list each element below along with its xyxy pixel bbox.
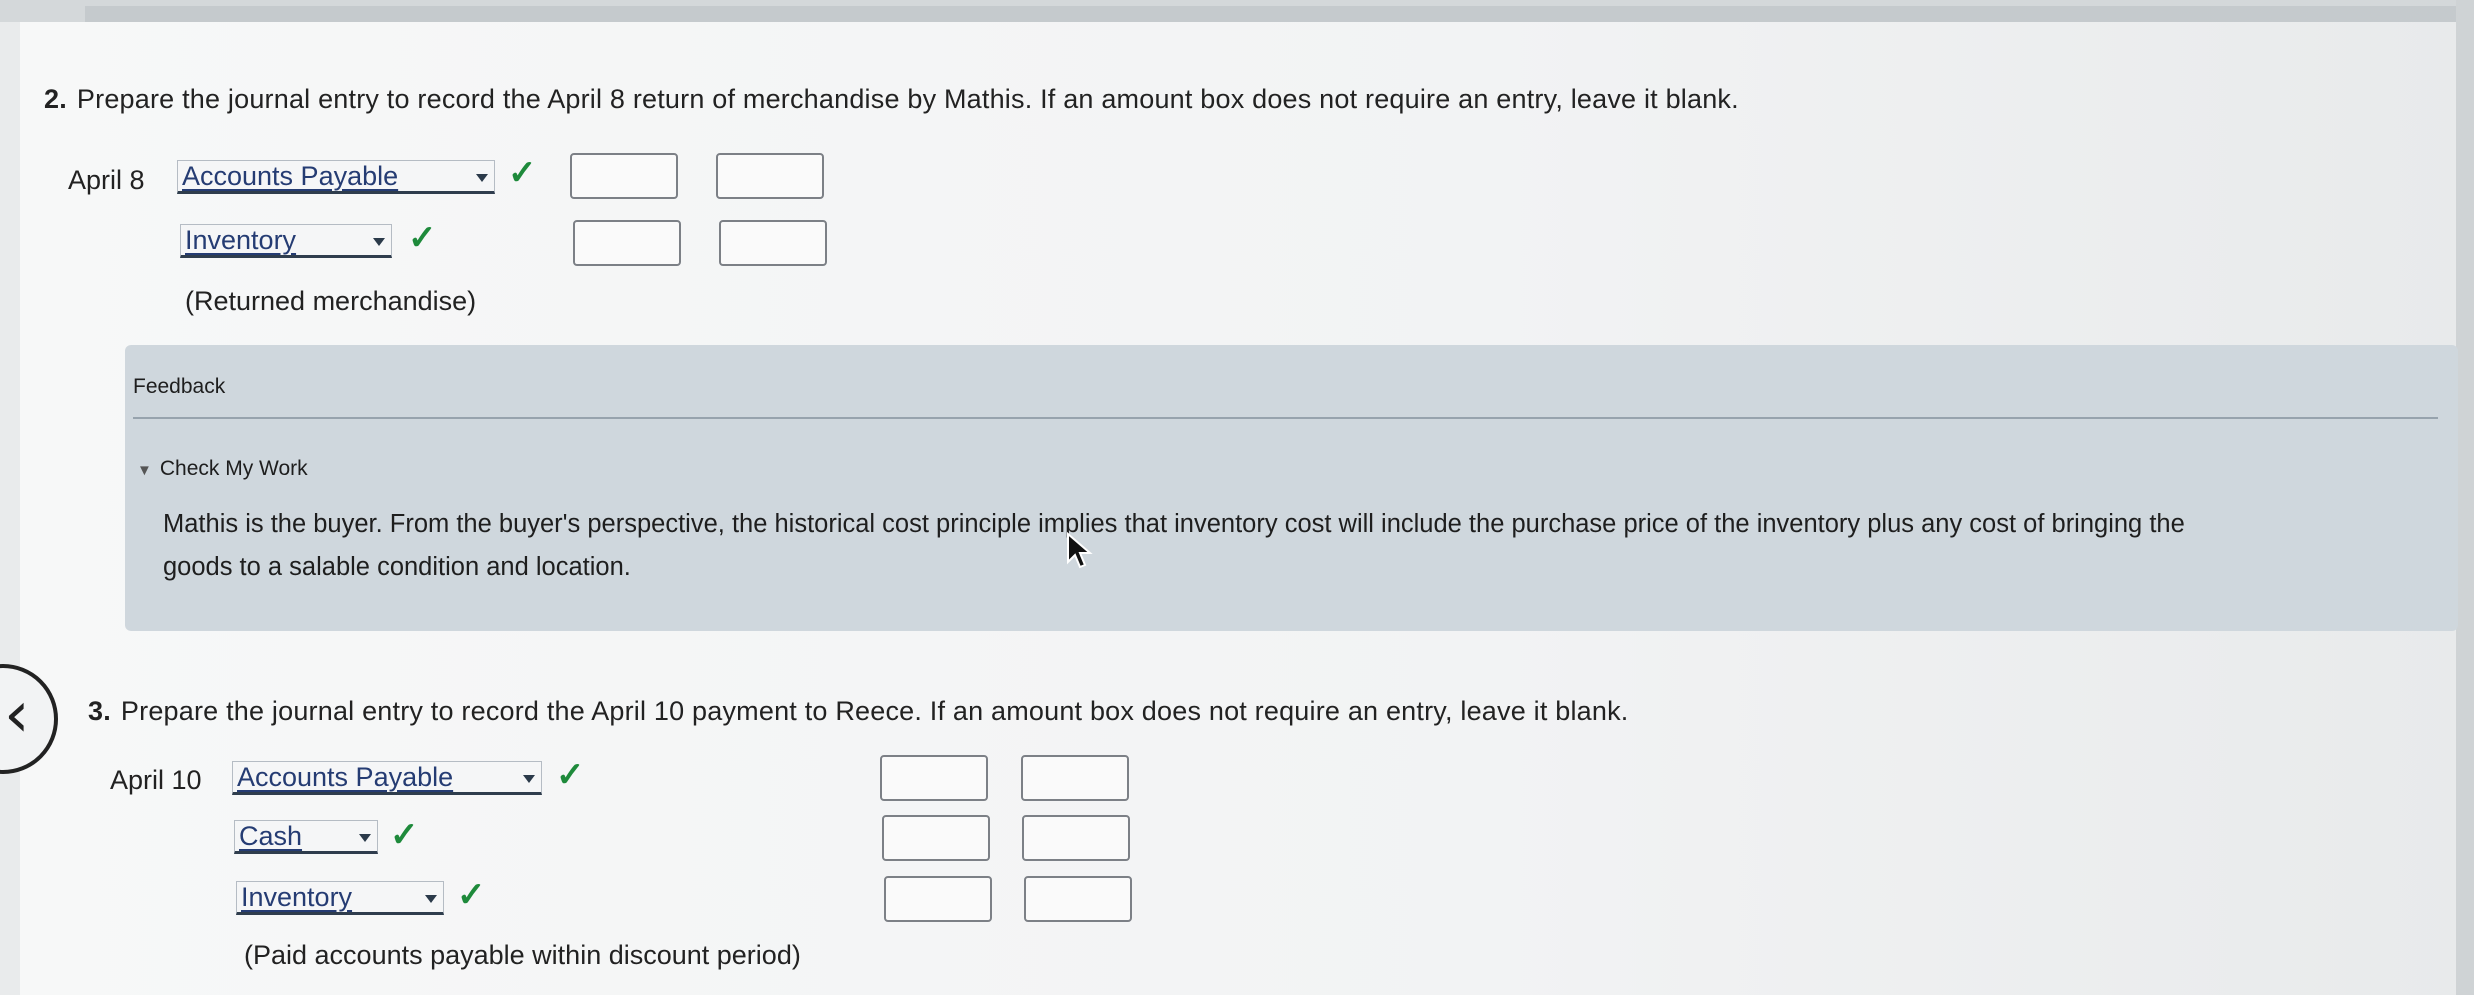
q3-account-select-1[interactable]: Accounts Payable <box>232 761 542 795</box>
q2-debit-amount-1[interactable] <box>570 153 678 199</box>
q3-debit-amount-1[interactable] <box>880 755 988 801</box>
q3-memo: (Paid accounts payable within discount p… <box>244 940 801 970</box>
q3-credit-amount-2[interactable] <box>1022 815 1130 861</box>
select-value: Inventory <box>241 882 353 912</box>
check-icon: ✓ <box>390 816 419 854</box>
check-icon: ✓ <box>408 219 437 257</box>
q2-account-select-2[interactable]: Inventory <box>180 224 392 258</box>
question-3-prompt: 3. Prepare the journal entry to record th… <box>88 696 1629 727</box>
q3-debit-amount-3[interactable] <box>884 876 992 922</box>
q3-account-select-3[interactable]: Inventory <box>236 881 444 915</box>
feedback-line-2: goods to a salable condition and locatio… <box>163 553 631 581</box>
select-value: Accounts Payable <box>237 762 454 792</box>
question-2-number: 2. <box>44 84 67 114</box>
dropdown-caret-icon <box>425 895 437 903</box>
check-icon: ✓ <box>457 876 486 914</box>
q3-credit-amount-1[interactable] <box>1021 755 1129 801</box>
chevron-left-icon: ‹ <box>4 678 30 752</box>
question-3-number: 3. <box>88 696 111 726</box>
q3-debit-amount-2[interactable] <box>882 815 990 861</box>
scrollbar-track[interactable] <box>2456 0 2474 995</box>
dropdown-caret-icon <box>523 775 535 783</box>
q2-credit-amount-2[interactable] <box>719 220 827 266</box>
feedback-panel: Feedback ▼ Check My Work Mathis is the bu… <box>125 345 2458 631</box>
q2-memo: (Returned merchandise) <box>185 286 477 316</box>
browser-top-bar <box>0 0 2474 22</box>
feedback-body: Mathis is the buyer. From the buyer's pe… <box>163 503 2413 589</box>
select-value: Cash <box>239 821 303 851</box>
q3-date: April 10 <box>110 765 202 795</box>
select-value: Inventory <box>185 225 297 255</box>
dropdown-caret-icon <box>373 238 385 246</box>
q2-date: April 8 <box>68 165 145 195</box>
q2-debit-amount-2[interactable] <box>573 220 681 266</box>
feedback-line-1: Mathis is the buyer. From the buyer's pe… <box>163 510 2185 538</box>
question-2-prompt: 2. Prepare the journal entry to record th… <box>44 84 1739 115</box>
check-icon: ✓ <box>556 756 585 794</box>
check-my-work-toggle[interactable]: ▼ Check My Work <box>137 457 308 481</box>
feedback-title: Feedback <box>133 375 226 398</box>
q2-account-select-1[interactable]: Accounts Payable <box>177 160 495 194</box>
dropdown-caret-icon <box>476 174 488 182</box>
q3-account-select-2[interactable]: Cash <box>234 820 378 854</box>
check-icon: ✓ <box>508 154 537 192</box>
q2-credit-amount-1[interactable] <box>716 153 824 199</box>
feedback-divider <box>133 417 2438 419</box>
toggle-label: Check My Work <box>159 457 308 480</box>
question-2-text: Prepare the journal entry to record the … <box>76 84 1739 114</box>
question-3-text: Prepare the journal entry to record the … <box>120 696 1629 726</box>
q3-credit-amount-3[interactable] <box>1024 876 1132 922</box>
mouse-pointer-icon <box>1067 532 1093 569</box>
dropdown-caret-icon <box>359 834 371 842</box>
expand-triangle-icon: ▼ <box>137 462 152 479</box>
select-value: Accounts Payable <box>182 161 399 191</box>
top-bar-strip <box>85 6 2474 22</box>
